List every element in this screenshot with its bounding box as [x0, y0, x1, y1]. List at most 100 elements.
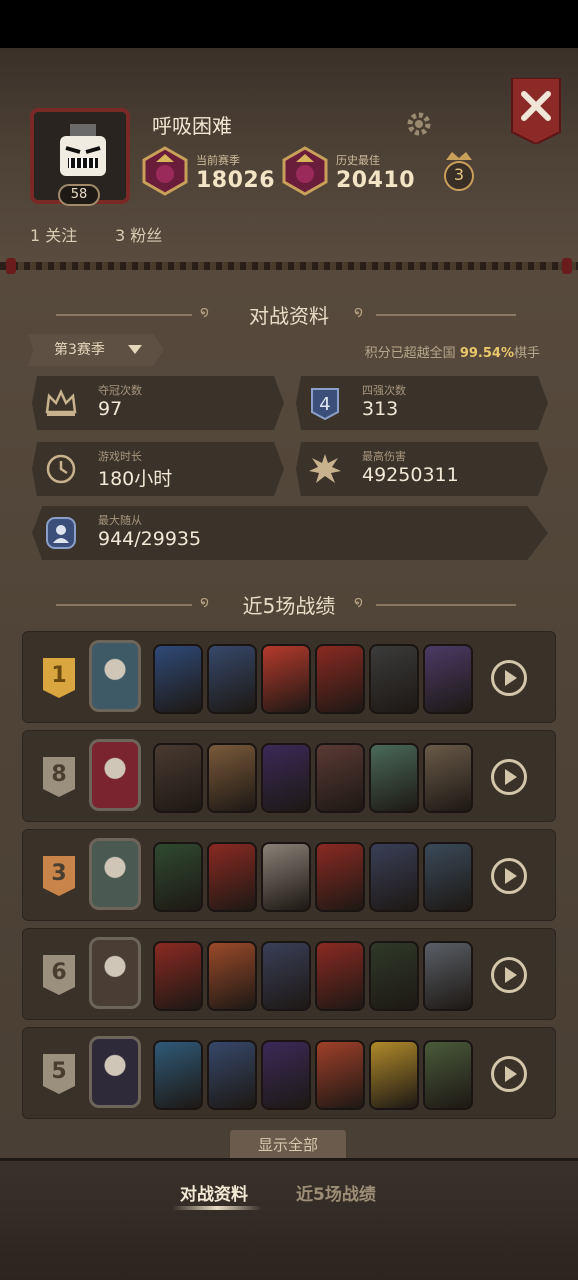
unit-card[interactable]	[153, 644, 203, 714]
stat-playtime: 游戏时长 180小时	[32, 442, 284, 496]
unit-card[interactable]	[261, 842, 311, 912]
unit-card[interactable]	[369, 941, 419, 1011]
replay-play-icon[interactable]	[491, 660, 527, 696]
stat-max-minions: 最大随从 944/29935	[32, 506, 548, 560]
placement-badge: 3	[43, 856, 75, 896]
hero-portrait[interactable]	[89, 1036, 141, 1108]
stat-value: 313	[362, 398, 399, 420]
level-badge: 58	[58, 184, 100, 206]
unit-card[interactable]	[369, 644, 419, 714]
unit-card[interactable]	[423, 842, 473, 912]
following-link[interactable]: 1 关注	[30, 222, 77, 246]
stat-value: 944/29935	[98, 528, 202, 550]
unit-card[interactable]	[315, 941, 365, 1011]
tab-recent-matches[interactable]: 近5场战绩	[296, 1180, 376, 1205]
explosion-icon	[309, 454, 341, 483]
title-divider-right	[376, 604, 516, 606]
current-season-label: 当前赛季	[196, 154, 240, 167]
ranking-percentile: 积分已超越全国 99.54%棋手	[364, 346, 540, 361]
bottom-tab-bar	[0, 1158, 578, 1280]
current-season-value: 18026	[196, 168, 276, 193]
chevron-down-icon[interactable]	[128, 345, 142, 354]
avatar-face-icon	[60, 124, 106, 176]
unit-card[interactable]	[315, 644, 365, 714]
clock-icon	[46, 454, 76, 484]
rank-emblem-icon	[142, 146, 188, 196]
hero-portrait[interactable]	[89, 838, 141, 910]
unit-card[interactable]	[423, 941, 473, 1011]
stat-label: 游戏时长	[98, 450, 142, 463]
title-divider-right	[376, 314, 516, 316]
crown-count-value: 3	[453, 165, 465, 184]
unit-card[interactable]	[315, 1040, 365, 1110]
unit-card[interactable]	[423, 644, 473, 714]
match-row: 1	[22, 631, 556, 723]
unit-card[interactable]	[315, 743, 365, 813]
player-name: 呼吸困难	[152, 114, 232, 138]
svg-text:4: 4	[319, 394, 330, 415]
crown-icon	[45, 388, 77, 416]
unit-card[interactable]	[207, 743, 257, 813]
hero-portrait[interactable]	[89, 739, 141, 811]
unit-card[interactable]	[369, 743, 419, 813]
stat-championships: 夺冠次数 97	[32, 376, 284, 430]
stat-value: 97	[98, 398, 123, 420]
placement-badge: 5	[43, 1054, 75, 1094]
unit-card[interactable]	[261, 941, 311, 1011]
unit-card[interactable]	[261, 644, 311, 714]
match-row: 8	[22, 730, 556, 822]
stat-label: 夺冠次数	[98, 384, 142, 397]
stat-value: 49250311	[362, 464, 459, 486]
unit-card[interactable]	[207, 1040, 257, 1110]
replay-play-icon[interactable]	[491, 957, 527, 993]
replay-play-icon[interactable]	[491, 759, 527, 795]
stat-label: 四强次数	[362, 384, 406, 397]
unit-card[interactable]	[423, 743, 473, 813]
tab-active-indicator	[172, 1206, 262, 1210]
tab-battle-stats[interactable]: 对战资料	[180, 1180, 248, 1205]
unit-card[interactable]	[207, 644, 257, 714]
unit-card[interactable]	[369, 1040, 419, 1110]
followers-link[interactable]: 3 粉丝	[115, 222, 162, 246]
swirl-icon: ໑	[354, 594, 363, 610]
current-season-score: 当前赛季 18026	[140, 146, 280, 198]
gear-icon[interactable]	[405, 110, 433, 138]
portrait-icon	[46, 517, 76, 549]
stat-max-damage: 最高伤害 49250311	[296, 442, 548, 496]
status-bar	[0, 0, 578, 48]
unit-card[interactable]	[369, 842, 419, 912]
hero-portrait[interactable]	[89, 640, 141, 712]
best-score: 历史最佳 20410	[280, 146, 420, 198]
unit-card[interactable]	[261, 743, 311, 813]
placement-badge: 6	[43, 955, 75, 995]
stat-label: 最高伤害	[362, 450, 406, 463]
hero-portrait[interactable]	[89, 937, 141, 1009]
close-button[interactable]	[510, 78, 562, 144]
unit-card[interactable]	[207, 941, 257, 1011]
placement-badge: 1	[43, 658, 75, 698]
unit-card[interactable]	[261, 1040, 311, 1110]
replay-play-icon[interactable]	[491, 858, 527, 894]
season-dropdown[interactable]: 第3赛季	[28, 334, 164, 366]
unit-card[interactable]	[153, 743, 203, 813]
replay-play-icon[interactable]	[491, 1056, 527, 1092]
four-badge-icon: 4	[311, 388, 339, 420]
unit-card[interactable]	[315, 842, 365, 912]
match-row: 5	[22, 1027, 556, 1119]
unit-card[interactable]	[423, 1040, 473, 1110]
stat-top4: 4 四强次数 313	[296, 376, 548, 430]
unit-card[interactable]	[153, 941, 203, 1011]
show-all-button[interactable]: 显示全部	[230, 1130, 346, 1160]
swirl-icon: ໑	[354, 304, 363, 320]
unit-card[interactable]	[153, 842, 203, 912]
stat-label: 最大随从	[98, 514, 142, 527]
best-label: 历史最佳	[336, 154, 380, 167]
unit-card[interactable]	[153, 1040, 203, 1110]
placement-badge: 8	[43, 757, 75, 797]
match-row: 3	[22, 829, 556, 921]
match-row: 6	[22, 928, 556, 1020]
stat-value: 180小时	[98, 468, 173, 490]
divider-rope	[0, 258, 578, 274]
unit-card[interactable]	[207, 842, 257, 912]
rank-emblem-icon	[282, 146, 328, 196]
